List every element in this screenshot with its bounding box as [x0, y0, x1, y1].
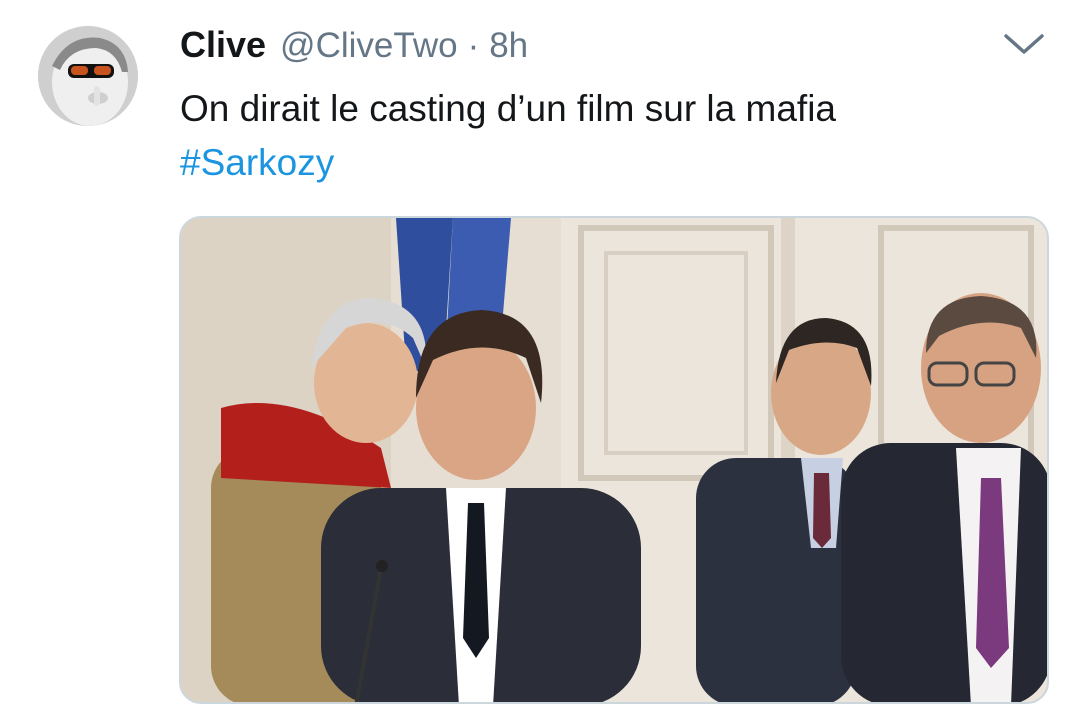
- avatar[interactable]: [38, 26, 138, 126]
- author-handle[interactable]: @CliveTwo: [280, 26, 458, 66]
- avatar-image: [38, 26, 138, 126]
- tweet-media-photo[interactable]: [179, 216, 1049, 704]
- chevron-down-icon: [1004, 34, 1044, 54]
- separator-dot: ·: [467, 26, 480, 65]
- tweet-header: Clive @CliveTwo · 8h: [180, 24, 528, 68]
- tweet-timestamp[interactable]: 8h: [489, 26, 528, 66]
- author-name[interactable]: Clive: [180, 24, 266, 66]
- tweet-menu-button[interactable]: [1000, 26, 1048, 62]
- media-illustration: [181, 218, 1047, 702]
- hashtag-link[interactable]: #Sarkozy: [180, 136, 1040, 190]
- tweet-body: On dirait le casting d’un film sur la ma…: [180, 88, 836, 129]
- tweet-text: On dirait le casting d’un film sur la ma…: [180, 82, 1040, 190]
